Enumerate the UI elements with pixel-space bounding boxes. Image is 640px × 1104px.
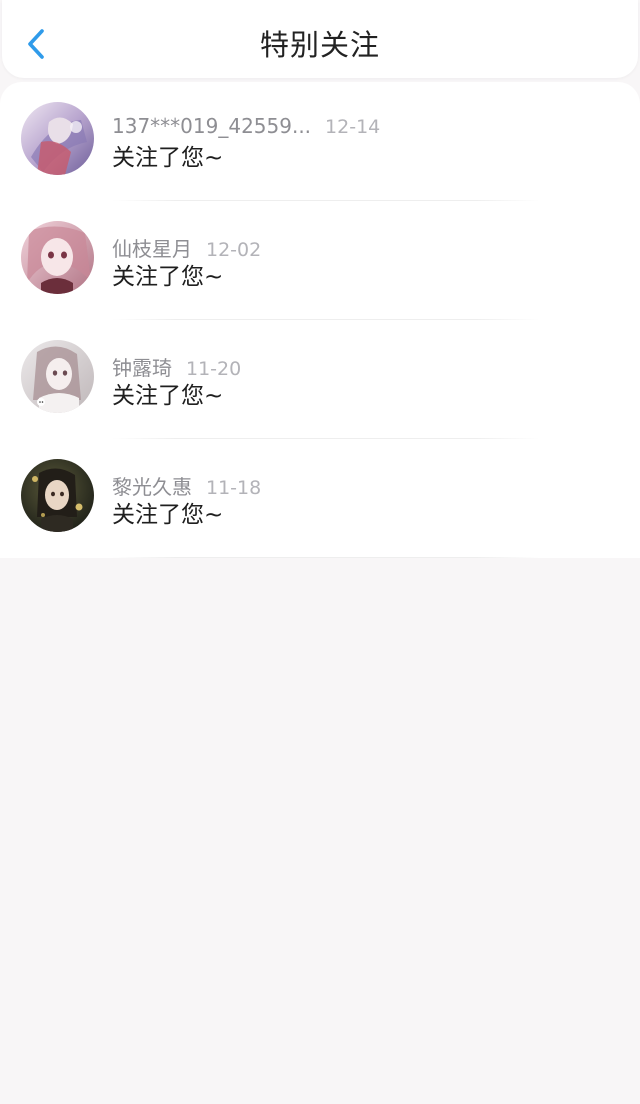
avatar[interactable] [21, 221, 94, 294]
follow-message: 关注了您~ [112, 502, 224, 528]
top-bar: 特别关注 [2, 0, 638, 78]
list-item[interactable]: 仙枝星月 12-02 关注了您~ [0, 201, 640, 320]
follower-list: 137***019_42559... 12-14 关注了您~ 仙枝星月 12-0… [0, 82, 640, 558]
list-item[interactable]: 钟露琦 11-20 关注了您~ [0, 320, 640, 439]
follow-message: 关注了您~ [112, 145, 224, 171]
avatar[interactable] [21, 340, 94, 413]
avatar[interactable] [21, 459, 94, 532]
list-item[interactable]: 黎光久惠 11-18 关注了您~ [0, 439, 640, 558]
item-meta: 137***019_42559... 12-14 [112, 114, 380, 138]
page-title: 特别关注 [259, 28, 380, 62]
follow-date: 12-14 [325, 116, 381, 138]
follow-message: 关注了您~ [112, 383, 224, 409]
divider [112, 557, 540, 558]
avatar[interactable] [21, 102, 94, 175]
follow-message: 关注了您~ [112, 264, 224, 290]
user-name: 137***019_42559... [112, 114, 312, 138]
list-item[interactable]: 137***019_42559... 12-14 关注了您~ [0, 82, 640, 201]
